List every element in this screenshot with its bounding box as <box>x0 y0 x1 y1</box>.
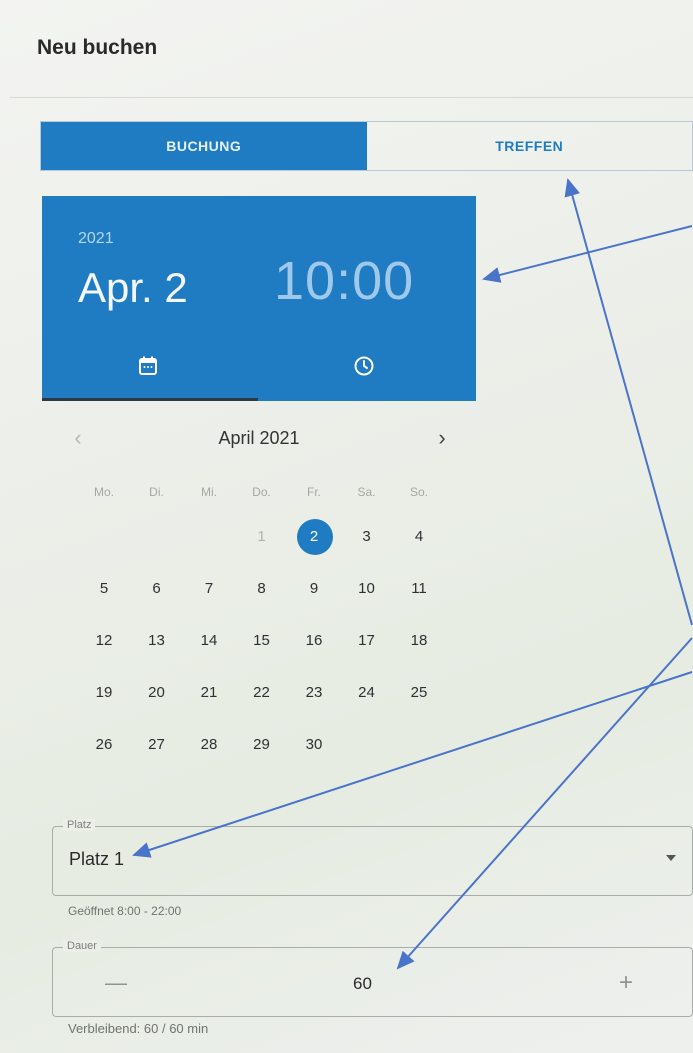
calendar-day[interactable]: 18 <box>399 620 439 660</box>
calendar-day[interactable]: 10 <box>347 568 387 608</box>
calendar-day[interactable]: 4 <box>399 516 439 556</box>
picker-tab-indicator <box>42 398 258 401</box>
remaining-hint: Verbleibend: 60 / 60 min <box>68 1021 209 1036</box>
calendar-day[interactable]: 5 <box>84 568 124 608</box>
calendar-day[interactable]: 17 <box>347 620 387 660</box>
calendar-day[interactable]: 9 <box>294 568 334 608</box>
dauer-stepper: Dauer — 60 + <box>52 940 693 1017</box>
calendar-day[interactable]: 8 <box>242 568 282 608</box>
calendar-day[interactable]: 28 <box>189 724 229 764</box>
calendar-day[interactable]: 1 <box>242 516 282 556</box>
calendar-day[interactable]: 22 <box>242 672 282 712</box>
calendar-day[interactable]: 29 <box>242 724 282 764</box>
month-label: April 2021 <box>218 428 300 448</box>
calendar-day[interactable]: 26 <box>84 724 124 764</box>
tab-treffen[interactable]: TREFFEN <box>367 122 693 170</box>
calendar-icon[interactable] <box>136 354 160 378</box>
tab-bar: BUCHUNG TREFFEN <box>40 121 693 171</box>
weekday-label: Mi. <box>201 485 217 499</box>
calendar-day[interactable]: 11 <box>399 568 439 608</box>
tab-buchung[interactable]: BUCHUNG <box>41 122 367 170</box>
calendar-day[interactable]: 25 <box>399 672 439 712</box>
weekday-label: Sa. <box>357 485 376 499</box>
calendar-day[interactable]: 15 <box>242 620 282 660</box>
header: Neu buchen <box>10 0 693 98</box>
calendar-day[interactable]: 12 <box>84 620 124 660</box>
dauer-label: Dauer <box>63 940 101 952</box>
increment-button[interactable]: + <box>611 968 641 998</box>
calendar-day[interactable]: 30 <box>294 724 334 764</box>
calendar-day[interactable]: 20 <box>137 672 177 712</box>
decrement-button[interactable]: — <box>101 968 131 998</box>
calendar-day[interactable]: 6 <box>137 568 177 608</box>
platz-value[interactable]: Platz 1 <box>69 849 124 870</box>
calendar-nav: ‹ April 2021 › <box>42 420 476 456</box>
picker-date[interactable]: Apr. 2 <box>78 264 188 312</box>
calendar-day[interactable]: 24 <box>347 672 387 712</box>
chevron-right-icon[interactable]: › <box>424 420 460 456</box>
calendar-day[interactable]: 23 <box>294 672 334 712</box>
calendar-day[interactable]: 3 <box>347 516 387 556</box>
weekday-label: Do. <box>252 485 271 499</box>
page-title: Neu buchen <box>37 36 158 59</box>
platz-label: Platz <box>63 819 96 831</box>
weekday-label: Fr. <box>307 485 321 499</box>
caret-down-icon[interactable] <box>666 855 676 861</box>
booking-page: Neu buchen BUCHUNG TREFFEN 2021 Apr. 2 1… <box>10 0 693 1053</box>
calendar-day[interactable]: 14 <box>189 620 229 660</box>
weekday-label: Mo. <box>93 485 114 499</box>
calendar-day[interactable]: 13 <box>137 620 177 660</box>
calendar-day[interactable]: 27 <box>137 724 177 764</box>
weekday-label: So. <box>409 485 428 499</box>
picker-year[interactable]: 2021 <box>78 230 114 248</box>
calendar-day[interactable]: 7 <box>189 568 229 608</box>
clock-icon[interactable] <box>352 354 376 378</box>
calendar-day[interactable]: 16 <box>294 620 334 660</box>
opening-hours-hint: Geöffnet 8:00 - 22:00 <box>68 904 182 918</box>
calendar-day[interactable]: 19 <box>84 672 124 712</box>
calendar-day[interactable]: 21 <box>189 672 229 712</box>
picker-time[interactable]: 10:00 <box>274 250 414 312</box>
datetime-picker-header: 2021 Apr. 2 10:00 <box>42 196 476 401</box>
calendar-day-selected[interactable]: 2 <box>294 516 334 556</box>
weekday-label: Di. <box>149 485 164 499</box>
platz-select[interactable]: Platz Platz 1 <box>52 819 693 896</box>
dauer-value[interactable]: 60 <box>353 974 372 994</box>
